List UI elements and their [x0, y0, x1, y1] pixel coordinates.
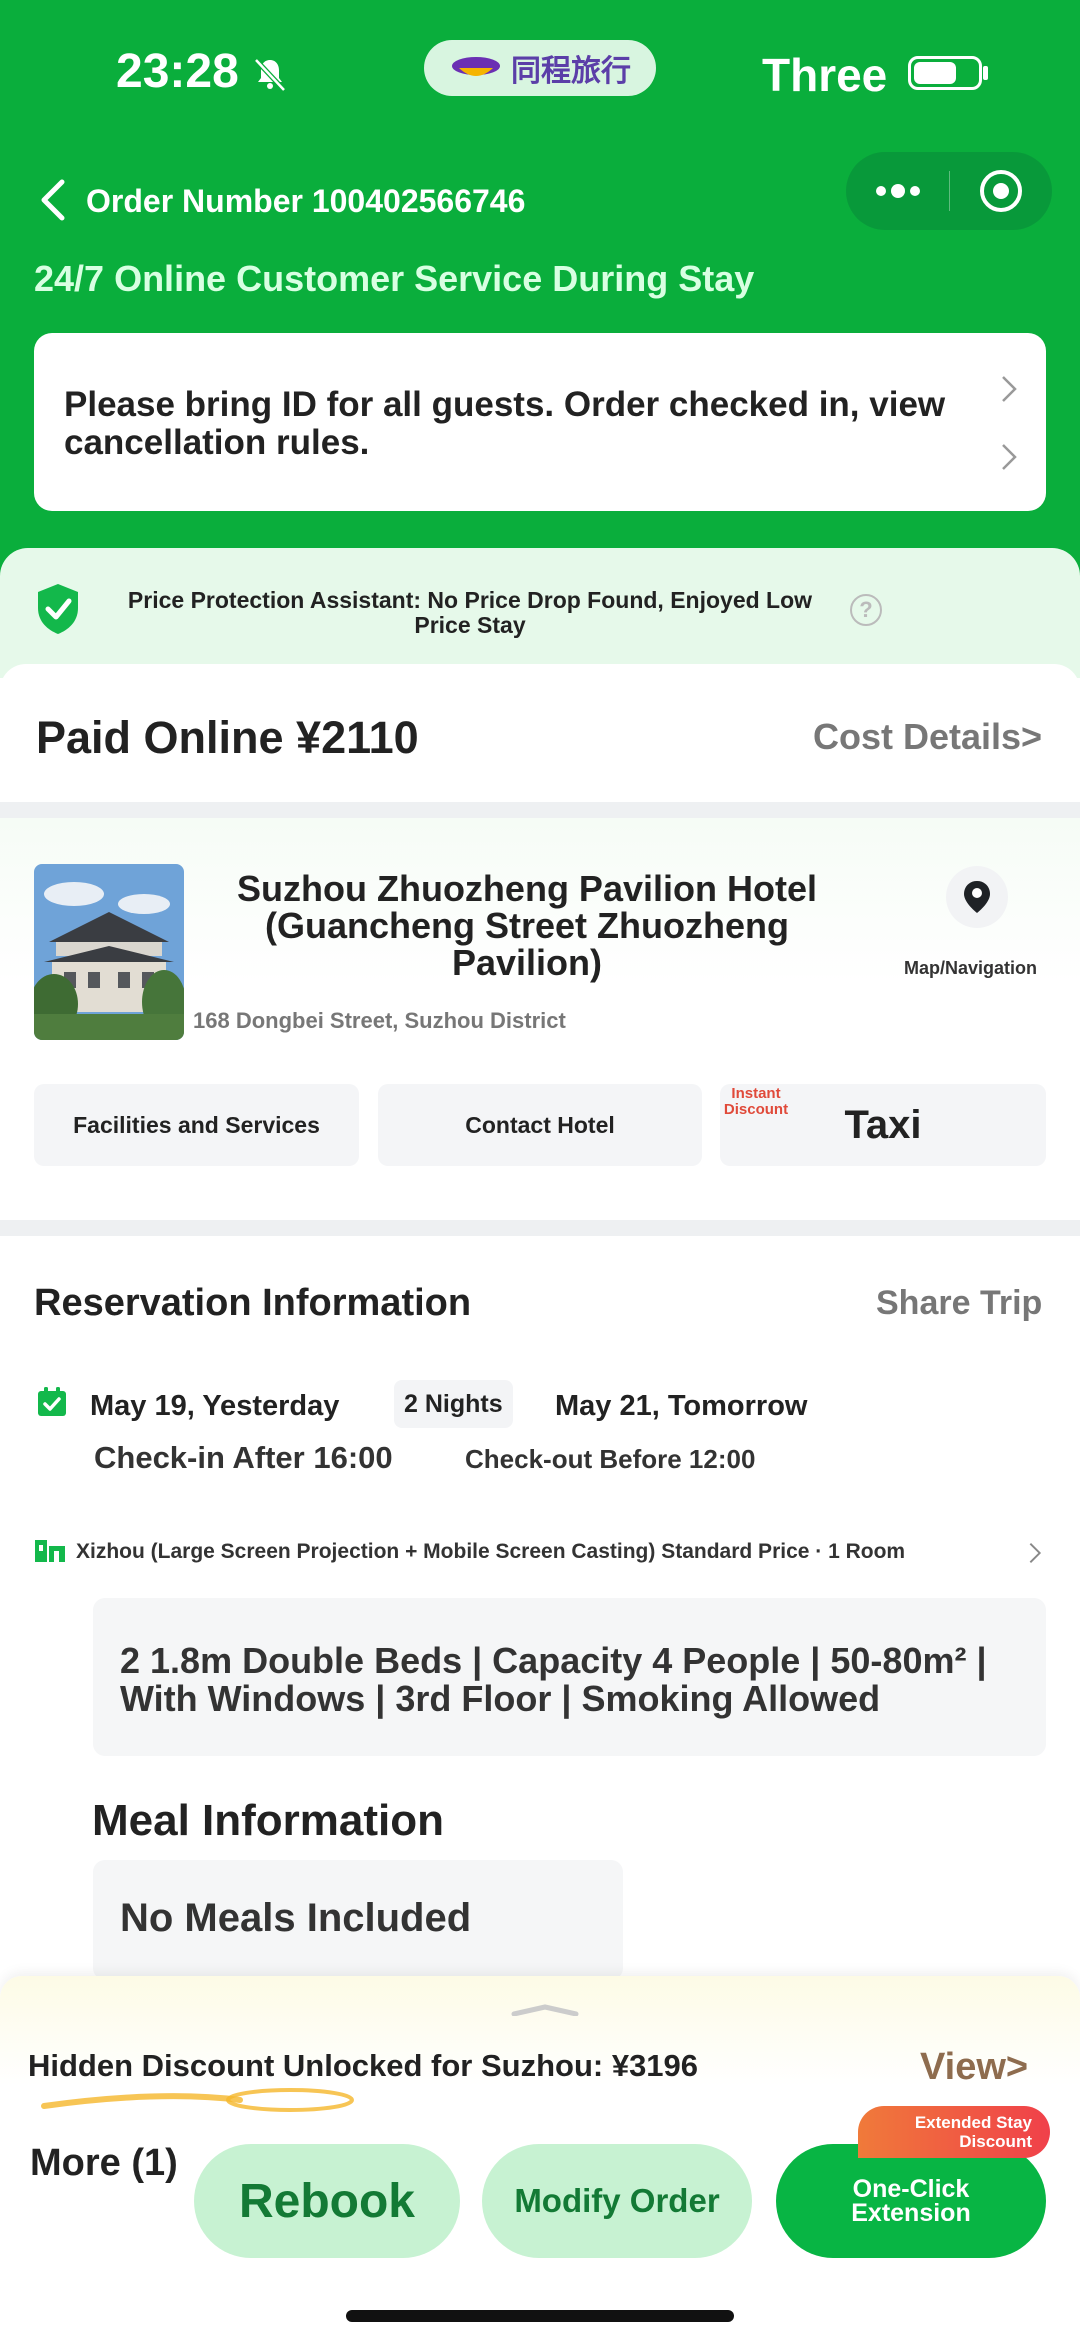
view-discount-link[interactable]: View>: [920, 2046, 1028, 2089]
one-click-extension-button[interactable]: One-Click Extension: [776, 2144, 1046, 2258]
instant-discount-badge: Instant Discount: [723, 1085, 789, 1118]
brand-logo-icon: [452, 57, 500, 76]
cost-details-link[interactable]: Cost Details>: [813, 716, 1042, 758]
battery-icon: [908, 56, 982, 90]
notice-text: Please bring ID for all guests. Order ch…: [64, 385, 946, 462]
share-trip-link[interactable]: Share Trip: [876, 1284, 1042, 1323]
extended-stay-label: Extended Stay Discount: [914, 2113, 1032, 2151]
extended-stay-discount-badge: Extended Stay Discount: [858, 2106, 1050, 2158]
carrier-name: Three: [762, 49, 888, 101]
close-miniprogram-button[interactable]: [950, 168, 1052, 214]
bell-muted-icon: [254, 58, 286, 92]
order-number: Order Number 100402566746: [86, 183, 526, 219]
hidden-discount-text: Hidden Discount Unlocked for Suzhou: ¥31…: [28, 2048, 699, 2083]
divider: [0, 802, 1080, 818]
hotel-photo[interactable]: [34, 864, 184, 1040]
brand-name: 同程旅行: [511, 55, 631, 88]
hotel-name: Suzhou Zhuozheng Pavilion Hotel (Guanche…: [237, 868, 817, 983]
contact-hotel-label: Contact Hotel: [465, 1111, 615, 1138]
dots-icon: [875, 184, 920, 198]
price-protection-text: Price Protection Assistant: No Price Dro…: [127, 587, 813, 638]
location-pin-icon: [964, 881, 990, 913]
home-indicator[interactable]: [346, 2310, 734, 2322]
checkin-date: May 19, Yesterday: [90, 1390, 340, 1422]
more-menu-button[interactable]: [846, 181, 949, 201]
paid-amount: Paid Online ¥2110: [36, 712, 419, 763]
chevron-right-icon: [1002, 376, 1017, 402]
map-navigation-button[interactable]: [946, 866, 1008, 928]
status-time: 23:28: [116, 45, 239, 98]
checkout-date: May 21, Tomorrow: [555, 1390, 808, 1422]
checkout-time: Check-out Before 12:00: [465, 1444, 756, 1474]
more-button[interactable]: More (1): [30, 2142, 178, 2185]
checkin-time: Check-in After 16:00: [94, 1440, 393, 1475]
target-icon: [980, 170, 1022, 212]
taxi-label: Taxi: [844, 1102, 922, 1147]
divider: [0, 1220, 1080, 1236]
chevron-right-icon: [1002, 444, 1017, 470]
extension-label: One-Click Extension: [851, 2175, 971, 2227]
facilities-label: Facilities and Services: [73, 1112, 320, 1138]
expand-handle-icon[interactable]: [510, 2004, 580, 2016]
chevron-right-icon[interactable]: [1028, 1540, 1042, 1566]
reservation-title: Reservation Information: [34, 1282, 472, 1324]
shield-check-icon: [38, 584, 78, 634]
back-chevron-icon[interactable]: [38, 176, 68, 224]
help-icon[interactable]: ?: [850, 594, 882, 626]
modify-order-label: Modify Order: [514, 2182, 720, 2219]
contact-hotel-button[interactable]: Contact Hotel: [378, 1084, 702, 1166]
facilities-button[interactable]: Facilities and Services: [34, 1084, 359, 1166]
meal-value: No Meals Included: [120, 1896, 472, 1940]
calendar-check-icon: [38, 1387, 66, 1416]
highlight-swoosh: [41, 2088, 354, 2112]
hotel-address: 168 Dongbei Street, Suzhou District: [193, 1008, 566, 1033]
map-navigation-label[interactable]: Map/Navigation: [904, 958, 1037, 979]
mini-program-capsule: [846, 152, 1052, 230]
room-type[interactable]: Xizhou (Large Screen Projection + Mobile…: [76, 1540, 905, 1564]
room-details: 2 1.8m Double Beds | Capacity 4 People |…: [120, 1640, 987, 1719]
rebook-label: Rebook: [238, 2174, 415, 2228]
customer-service-text[interactable]: 24/7 Online Customer Service During Stay: [34, 258, 754, 300]
modify-order-button[interactable]: Modify Order: [482, 2144, 752, 2258]
rebook-button[interactable]: Rebook: [194, 2144, 460, 2258]
meal-title: Meal Information: [92, 1796, 445, 1845]
brand-pill[interactable]: 同程旅行: [424, 40, 656, 96]
battery-tip: [983, 66, 988, 80]
room-icon: [35, 1540, 65, 1562]
nights-badge: 2 Nights: [394, 1380, 513, 1428]
